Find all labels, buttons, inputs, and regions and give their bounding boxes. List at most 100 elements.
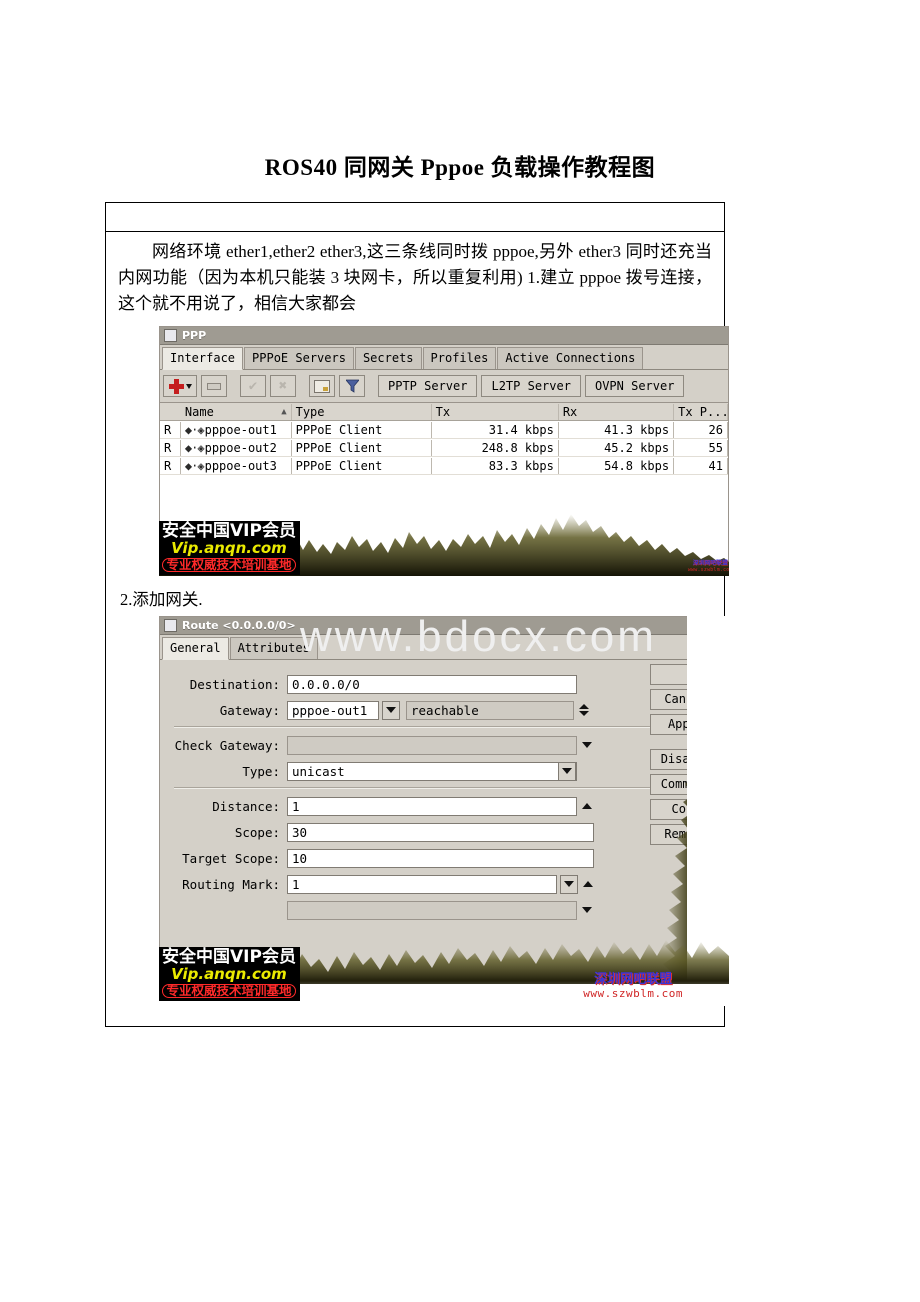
field-gateway: Gateway: pppoe-out1 reachable bbox=[160, 700, 728, 720]
column-tx-packets[interactable]: Tx P... bbox=[674, 403, 728, 420]
scope-input[interactable]: 30 bbox=[287, 822, 594, 842]
enable-button[interactable]: ✔ bbox=[240, 375, 266, 398]
field-distance-label: Distance: bbox=[212, 798, 280, 814]
watermark-anqn-line2: Vip.anqn.com bbox=[171, 964, 287, 983]
comment-box-icon bbox=[314, 379, 330, 393]
chevron-down-icon bbox=[386, 707, 396, 714]
chevron-up-icon[interactable] bbox=[583, 881, 593, 888]
column-type[interactable]: Type bbox=[292, 403, 432, 420]
tab-secrets[interactable]: Secrets bbox=[354, 347, 422, 370]
add-button[interactable] bbox=[163, 375, 197, 398]
field-extra bbox=[160, 900, 728, 920]
form-divider bbox=[174, 726, 714, 729]
comment-button[interactable]: Comment bbox=[650, 774, 722, 796]
copy-button[interactable]: Copy bbox=[650, 799, 722, 821]
row-tx-packets: 26 bbox=[674, 421, 728, 438]
watermark-anqn-line3: 专业权威技术培训基地 bbox=[162, 983, 296, 999]
chevron-down-icon[interactable] bbox=[582, 907, 592, 914]
destination-input[interactable]: 0.0.0.0/0 bbox=[287, 674, 577, 694]
field-routing-mark: Routing Mark: 1 bbox=[160, 874, 728, 894]
chevron-down-icon bbox=[564, 881, 574, 888]
column-name[interactable]: Name ▲ bbox=[181, 403, 292, 420]
route-window-title: Route <0.0.0.0/0> bbox=[182, 619, 296, 633]
column-rx[interactable]: Rx bbox=[559, 403, 675, 420]
ovpn-server-button[interactable]: OVPN Server bbox=[584, 375, 685, 398]
tab-active-connections[interactable]: Active Connections bbox=[497, 347, 644, 370]
page-title: ROS40 同网关 Pppoe 负载操作教程图 bbox=[264, 155, 656, 180]
type-input[interactable]: unicast bbox=[287, 761, 577, 781]
distance-input[interactable]: 1 bbox=[287, 796, 577, 816]
cross-icon: ✖ bbox=[278, 378, 288, 395]
remove-button[interactable]: Remove bbox=[650, 824, 722, 846]
interface-icon: ◆·◈ bbox=[184, 440, 205, 455]
row-rx: 45.2 kbps bbox=[559, 439, 675, 456]
field-destination: Destination: 0.0.0.0/0 bbox=[160, 674, 728, 694]
row-name: ◆·◈pppoe-out1 bbox=[181, 421, 292, 438]
watermark-szwblm: 深圳网吧联盟 www.szwblm.com bbox=[583, 971, 683, 1001]
routing-mark-input[interactable]: 1 bbox=[287, 874, 557, 894]
check-icon: ✔ bbox=[248, 378, 258, 395]
document-page: www.bdocx.com ROS40 同网关 Pppoe 负载操作教程图 网络… bbox=[0, 0, 920, 1302]
extra-input[interactable] bbox=[287, 900, 577, 920]
field-routing-mark-label: Routing Mark: bbox=[182, 876, 280, 892]
cancel-button[interactable]: Cancel bbox=[650, 689, 722, 711]
table-row[interactable]: R ◆·◈pppoe-out1 PPPoE Client 31.4 kbps 4… bbox=[160, 421, 728, 440]
ppp-window-title: PPP bbox=[182, 329, 207, 343]
row-name: ◆·◈pppoe-out2 bbox=[181, 439, 292, 456]
disable-button[interactable]: Disable bbox=[650, 749, 722, 771]
button-gap bbox=[650, 739, 722, 745]
interface-list-header: Name ▲ Type Tx Rx Tx P... bbox=[160, 403, 728, 422]
disable-button[interactable]: ✖ bbox=[270, 375, 296, 398]
interface-icon: ◆·◈ bbox=[184, 458, 205, 473]
row-name-label: pppoe-out2 bbox=[204, 440, 277, 455]
step-2-label: 2.添加网关. bbox=[120, 590, 203, 610]
row-tx-packets: 41 bbox=[674, 457, 728, 474]
pptp-server-button[interactable]: PPTP Server bbox=[378, 375, 478, 398]
row-type: PPPoE Client bbox=[292, 439, 432, 456]
interface-icon: ◆·◈ bbox=[184, 422, 205, 437]
row-tx: 83.3 kbps bbox=[432, 457, 559, 474]
gateway-spinner-icon[interactable] bbox=[579, 704, 589, 717]
tab-general[interactable]: General bbox=[162, 637, 229, 661]
route-side-buttons: Cancel Apply Disable Comment Copy Remove bbox=[650, 664, 722, 846]
chevron-down-icon bbox=[185, 383, 192, 389]
gateway-input[interactable]: pppoe-out1 bbox=[287, 700, 379, 720]
field-gateway-label: Gateway: bbox=[219, 702, 280, 718]
row-rx: 54.8 kbps bbox=[559, 457, 675, 474]
watermark-szwblm-line1: 深圳网吧联盟 bbox=[594, 971, 673, 987]
row-rx: 41.3 kbps bbox=[559, 421, 675, 438]
ok-button[interactable] bbox=[650, 664, 722, 686]
gateway-dropdown-button[interactable] bbox=[382, 700, 400, 720]
tab-pppoe-servers[interactable]: PPPoE Servers bbox=[244, 347, 354, 370]
row-tx-packets: 55 bbox=[674, 439, 728, 456]
comment-button[interactable] bbox=[309, 375, 335, 398]
route-form: Destination: 0.0.0.0/0 Gateway: pppoe-ou… bbox=[160, 660, 728, 920]
watermark-anqn-line1: 安全中国VIP会员 bbox=[162, 946, 296, 967]
filter-button[interactable] bbox=[339, 375, 365, 398]
table-row[interactable]: R ◆·◈pppoe-out2 PPPoE Client 248.8 kbps … bbox=[160, 439, 728, 458]
field-target-scope-label: Target Scope: bbox=[182, 850, 280, 866]
tab-profiles[interactable]: Profiles bbox=[422, 347, 497, 370]
routing-mark-dropdown-button[interactable] bbox=[560, 874, 578, 894]
target-scope-input[interactable]: 10 bbox=[287, 848, 594, 868]
table-row[interactable]: R ◆·◈pppoe-out3 PPPoE Client 83.3 kbps 5… bbox=[160, 457, 728, 476]
chevron-down-icon[interactable] bbox=[582, 742, 592, 749]
chevron-up-icon[interactable] bbox=[582, 803, 592, 810]
remove-button[interactable] bbox=[201, 375, 227, 398]
route-screenshot-figure: Route <0.0.0.0/0> General Attributes Des… bbox=[159, 616, 729, 1007]
watermark-anqn-line2: Vip.anqn.com bbox=[171, 538, 287, 557]
chevron-down-icon bbox=[562, 768, 572, 775]
ppp-screenshot-figure: PPP Interface PPPoE Servers Secrets Prof… bbox=[159, 326, 729, 577]
watermark-szwblm-line2: www.szwblm.com bbox=[688, 566, 729, 573]
field-type-label: Type: bbox=[242, 763, 280, 779]
apply-button[interactable]: Apply bbox=[650, 714, 722, 736]
type-dropdown-button[interactable] bbox=[558, 761, 576, 781]
sort-arrow-icon: ▲ bbox=[281, 406, 287, 417]
check-gateway-input[interactable] bbox=[287, 735, 577, 755]
watermark-szwblm-small: 深圳网吧联盟 www.szwblm.com bbox=[688, 560, 729, 572]
l2tp-server-button[interactable]: L2TP Server bbox=[481, 375, 581, 398]
window-box-icon bbox=[164, 619, 177, 633]
tab-interface[interactable]: Interface bbox=[162, 347, 244, 371]
ppp-toolbar: ✔ ✖ PPTP Server L2TP Server OVPN Server bbox=[160, 370, 728, 404]
column-tx[interactable]: Tx bbox=[432, 403, 559, 420]
